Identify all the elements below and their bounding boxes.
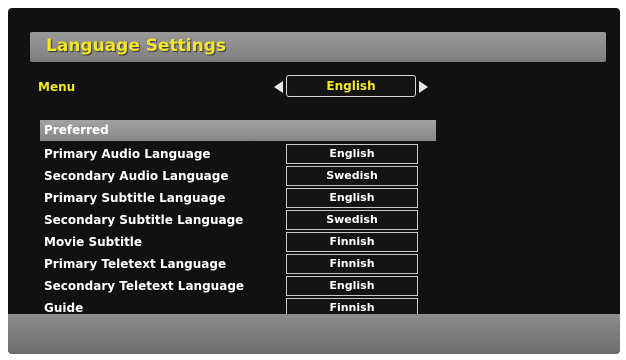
preferred-section-header: Preferred xyxy=(40,120,436,141)
setting-row-secondary-audio[interactable]: Secondary Audio Language Swedish xyxy=(40,165,436,187)
menu-language-label: Menu xyxy=(38,80,76,94)
setting-row-secondary-subtitle[interactable]: Secondary Subtitle Language Swedish xyxy=(40,209,436,231)
setting-row-primary-subtitle[interactable]: Primary Subtitle Language English xyxy=(40,187,436,209)
settings-list: Primary Audio Language English Secondary… xyxy=(40,143,436,319)
setting-value[interactable]: English xyxy=(286,144,418,164)
setting-row-primary-teletext[interactable]: Primary Teletext Language Finnish xyxy=(40,253,436,275)
left-arrow-icon[interactable] xyxy=(274,81,283,93)
setting-row-movie-subtitle[interactable]: Movie Subtitle Finnish xyxy=(40,231,436,253)
setting-row-primary-audio[interactable]: Primary Audio Language English xyxy=(40,143,436,165)
setting-value[interactable]: Finnish xyxy=(286,232,418,252)
menu-language-value[interactable]: English xyxy=(286,75,416,97)
setting-row-secondary-teletext[interactable]: Secondary Teletext Language English xyxy=(40,275,436,297)
menu-language-selector[interactable]: English xyxy=(272,74,430,100)
right-arrow-icon[interactable] xyxy=(419,81,428,93)
setting-value[interactable]: Swedish xyxy=(286,210,418,230)
setting-label: Primary Teletext Language xyxy=(44,257,227,271)
setting-label: Primary Subtitle Language xyxy=(44,191,226,205)
setting-label: Secondary Teletext Language xyxy=(44,279,245,293)
setting-value[interactable]: English xyxy=(286,188,418,208)
page-title: Language Settings xyxy=(46,36,227,56)
setting-value[interactable]: English xyxy=(286,276,418,296)
setting-value[interactable]: Swedish xyxy=(286,166,418,186)
bottom-bar xyxy=(8,314,620,354)
setting-label: Primary Audio Language xyxy=(44,147,211,161)
tv-screen: Language Settings Menu English Preferred… xyxy=(8,8,620,354)
setting-label: Movie Subtitle xyxy=(44,235,143,249)
title-bar: Language Settings xyxy=(30,32,606,62)
setting-label: Secondary Subtitle Language xyxy=(44,213,244,227)
setting-value[interactable]: Finnish xyxy=(286,254,418,274)
setting-label: Secondary Audio Language xyxy=(44,169,229,183)
